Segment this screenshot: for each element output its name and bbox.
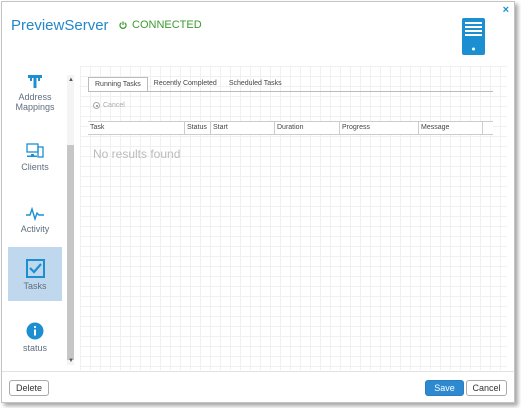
sidebar-item-tasks[interactable]: Tasks xyxy=(8,247,62,301)
scroll-up-icon[interactable]: ▲ xyxy=(68,77,74,83)
cancel-task-button[interactable]: Cancel xyxy=(93,102,125,109)
address-mappings-icon xyxy=(28,75,42,88)
sidebar-item-label: Activity xyxy=(20,224,50,234)
tasks-panel: Running Tasks Recently Completed Schedul… xyxy=(80,66,507,370)
status-text: CONNECTED xyxy=(132,19,202,31)
column-header-start[interactable]: Start xyxy=(211,122,275,134)
column-header-message[interactable]: Message xyxy=(419,122,483,134)
column-header-task[interactable]: Task xyxy=(88,122,185,134)
preview-server-dialog: × PreviewServer CONNECTED Address Mapping… xyxy=(1,1,515,403)
column-header-status[interactable]: Status xyxy=(185,122,211,134)
sidebar-nav: AddressMappings Clients Activity Tasks xyxy=(2,68,77,370)
tab-scheduled-tasks[interactable]: Scheduled Tasks xyxy=(223,77,288,91)
column-header-progress[interactable]: Progress xyxy=(340,122,419,134)
sidebar-item-label: Clients xyxy=(21,162,49,172)
dialog-title: PreviewServer xyxy=(11,17,109,34)
sidebar-item-label: Address Mappings xyxy=(15,92,55,112)
sidebar-item-address-mappings[interactable]: Address Mappings xyxy=(8,68,62,122)
sidebar-item-activity[interactable]: Activity xyxy=(8,190,62,244)
clients-icon xyxy=(26,143,44,158)
column-header-spacer xyxy=(483,122,493,134)
column-header-duration[interactable]: Duration xyxy=(275,122,340,134)
footer-divider xyxy=(2,371,514,372)
cancel-task-label: Cancel xyxy=(103,102,125,109)
delete-button[interactable]: Delete xyxy=(9,380,49,396)
power-icon xyxy=(119,21,127,29)
info-icon xyxy=(26,322,44,340)
cancel-button[interactable]: Cancel xyxy=(466,380,507,396)
task-tabs: Running Tasks Recently Completed Schedul… xyxy=(88,77,288,91)
tab-recently-completed[interactable]: Recently Completed xyxy=(148,77,223,91)
server-icon xyxy=(462,18,485,55)
sidebar-item-label: Tasks xyxy=(23,281,47,291)
tab-running-tasks[interactable]: Running Tasks xyxy=(88,77,148,91)
tab-divider xyxy=(88,91,493,92)
activity-icon xyxy=(26,207,44,221)
sidebar-item-label: status xyxy=(22,343,47,353)
save-button[interactable]: Save xyxy=(425,380,464,396)
sidebar-item-status[interactable]: status xyxy=(8,309,62,363)
connection-status: CONNECTED xyxy=(119,19,202,31)
empty-grid-message: No results found xyxy=(93,147,181,161)
scroll-down-icon[interactable]: ▼ xyxy=(68,358,74,364)
tasks-icon xyxy=(25,259,45,278)
grid-header: Task Status Start Duration Progress Mess… xyxy=(88,121,493,135)
sidebar-item-clients[interactable]: Clients xyxy=(8,128,62,182)
sidebar-scrollbar[interactable]: ▲ ▼ xyxy=(67,75,74,365)
close-icon[interactable]: × xyxy=(503,4,509,16)
scrollbar-thumb[interactable] xyxy=(67,145,74,360)
cancel-icon xyxy=(93,102,100,109)
